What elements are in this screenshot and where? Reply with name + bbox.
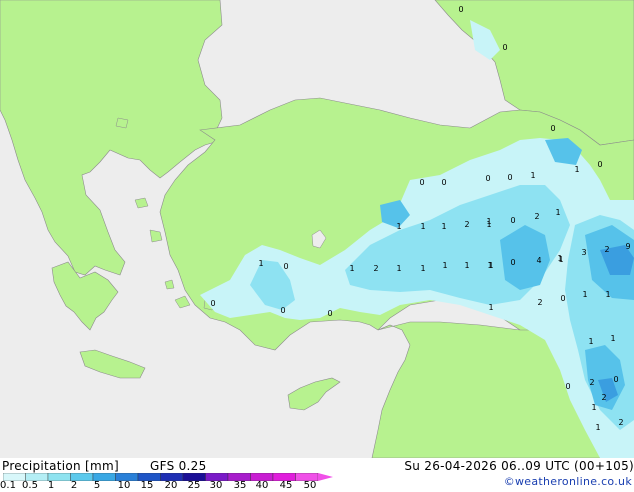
precip-value-label: 0 [560, 294, 565, 303]
precip-value-label: 0 [510, 216, 515, 225]
model-name: GFS 0.25 [150, 459, 207, 473]
precip-value-label: 2 [604, 245, 609, 254]
precip-value-label: 1 [610, 334, 615, 343]
precip-value-label: 1 [595, 423, 600, 432]
precip-value-label: 1 [442, 261, 447, 270]
land-aegean-island [115, 117, 129, 129]
precip-value-label: 0 [283, 262, 288, 271]
precip-value-label: 0 [550, 124, 555, 133]
precip-value-label: 1 [574, 165, 579, 174]
precip-value-label: 9 [625, 242, 630, 251]
legend-tick-label: 40 [255, 480, 269, 491]
legend-tick-label: 5 [93, 480, 101, 491]
precip-value-label: 1 [420, 264, 425, 273]
legend-tick-label: 35 [233, 480, 247, 491]
precip-value-label: 2 [537, 298, 542, 307]
precip-value-label: 1 [591, 403, 596, 412]
legend-tick-label: 30 [209, 480, 223, 491]
precip-value-label: 0 [507, 173, 512, 182]
precip-value-label: 2 [589, 378, 594, 387]
precip-value-label: 3 [581, 248, 586, 257]
precip-value-label: 2 [373, 264, 378, 273]
precip-value-label: 0 [597, 160, 602, 169]
precip-value-label: 0 [280, 306, 285, 315]
legend-tick-label: 0.1 [0, 480, 16, 491]
precip-value-label: 0 [502, 43, 507, 52]
legend-title: Precipitation [mm] [2, 459, 119, 473]
legend-tick-label: 20 [164, 480, 178, 491]
precip-value-label: 0 [613, 375, 618, 384]
precip-value-label: 1 [464, 261, 469, 270]
precip-value-label: 0 [485, 174, 490, 183]
precip-value-label: 4 [536, 256, 541, 265]
precip-value-label: 1 [420, 222, 425, 231]
precip-value-label: 2 [534, 212, 539, 221]
precip-value-label: 1 [558, 255, 563, 264]
precip-value-label: 0 [458, 5, 463, 14]
precip-value-label: 1 [441, 222, 446, 231]
precip-value-label: 2 [618, 418, 623, 427]
legend-tick-label: 1 [47, 480, 55, 491]
precip-value-label: 1 [396, 264, 401, 273]
precip-value-label: 0 [327, 309, 332, 318]
precip-value-label: 2 [464, 220, 469, 229]
land-aegean-island [149, 229, 163, 243]
legend-ticks: 0.1 0.5 1 2 5 10 15 20 25 30 35 40 45 50 [0, 480, 340, 492]
precip-value-label: 1 [555, 208, 560, 217]
precip-value-label: 1 [258, 259, 263, 268]
precip-value-label: 0 [419, 178, 424, 187]
legend-tick-label: 0.5 [22, 480, 38, 491]
legend-tick-label: 50 [303, 480, 317, 491]
precip-value-label: 0 [210, 299, 215, 308]
precip-value-label: 1 [396, 222, 401, 231]
run-info: Su 26-04-2026 06..09 UTC (00+105) [404, 459, 634, 473]
precipitation-map: 000100 0 0 0 11 1 1112 1 0 21 2 1 1 1 1 111 0 4 13 2 91 000 01… [0, 0, 634, 458]
precip-value-label: 1 [486, 220, 491, 229]
legend-tick-label: 2 [70, 480, 78, 491]
legend-tick-label: 10 [117, 480, 131, 491]
precip-value-label: 1 [488, 261, 493, 270]
legend-tick-label: 25 [187, 480, 201, 491]
precip-value-label: 0 [565, 382, 570, 391]
credit-link[interactable]: ©weatheronline.co.uk [504, 475, 632, 488]
precip-value-label: 1 [530, 171, 535, 180]
precip-value-label: 2 [601, 393, 606, 402]
precip-value-label: 0 [441, 178, 446, 187]
precip-value-label: 1 [349, 264, 354, 273]
precip-value-label: 1 [588, 337, 593, 346]
precip-value-label: 1 [488, 303, 493, 312]
legend-tick-label: 15 [140, 480, 154, 491]
precip-value-label: 0 [510, 258, 515, 267]
legend-tick-label: 45 [279, 480, 293, 491]
precip-value-label: 1 [605, 290, 610, 299]
precip-value-label: 1 [582, 290, 587, 299]
